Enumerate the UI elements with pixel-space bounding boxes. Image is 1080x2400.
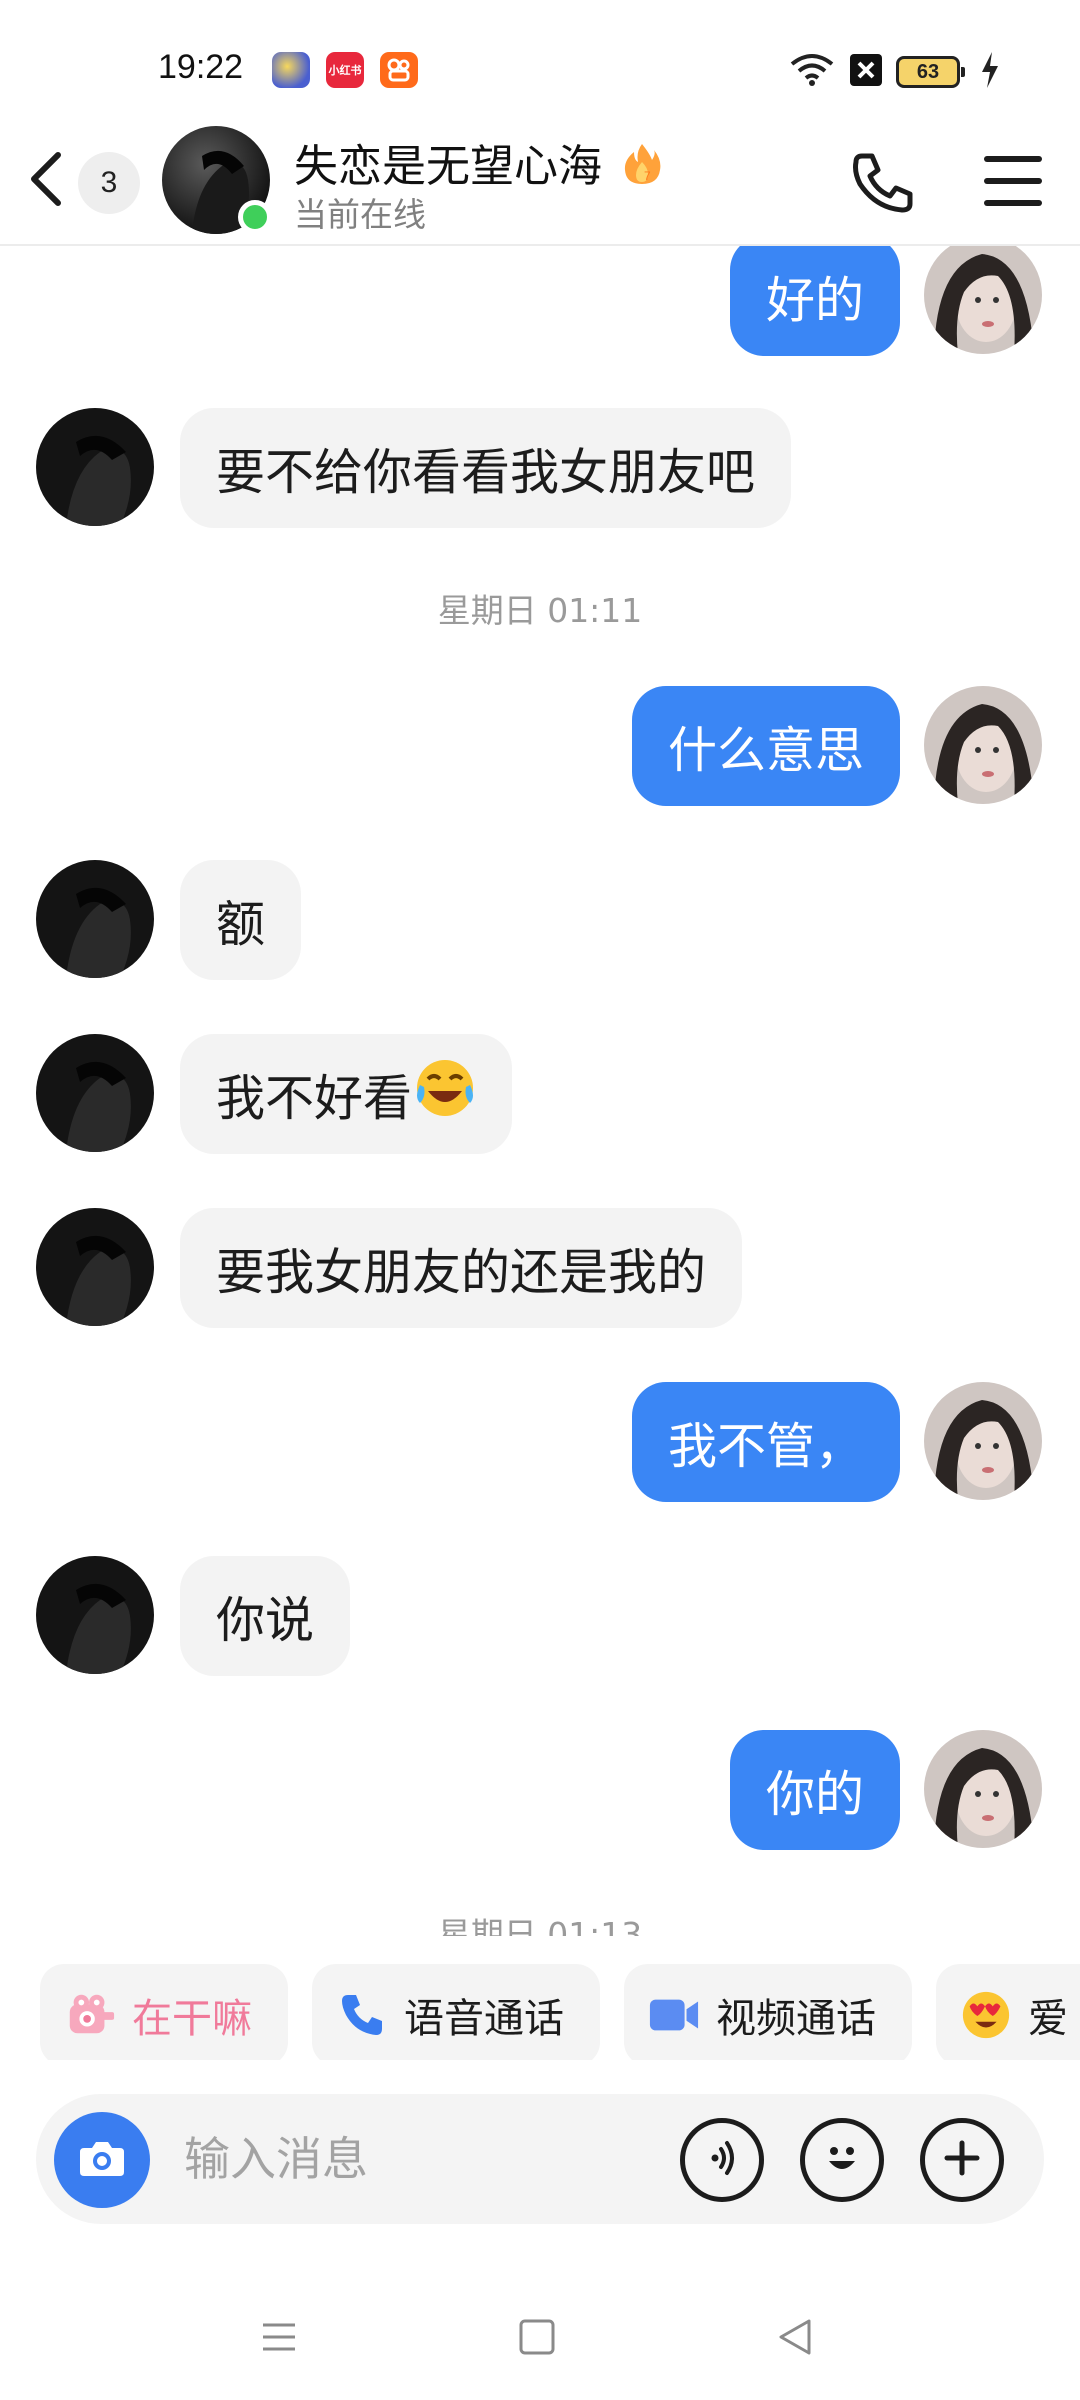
online-indicator (238, 200, 272, 234)
nav-back-button[interactable] (770, 2314, 820, 2364)
message-bubble-incoming[interactable]: 你说 (180, 1556, 351, 1676)
status-time: 19:22 (158, 48, 244, 86)
contact-avatar-small[interactable] (36, 860, 154, 978)
contact-avatar-small[interactable] (36, 1208, 154, 1326)
chat-header: 3 失恋是无望心海 7 当前在线 (0, 122, 1080, 246)
quick-action-love[interactable]: 爱 (936, 1964, 1080, 2060)
message-bubble-outgoing[interactable]: 你的 (729, 1730, 900, 1850)
timestamp-separator: 星期日 01:13 (437, 1915, 643, 1936)
status-indicators: 63 (788, 52, 1000, 92)
message-input[interactable] (184, 2124, 664, 2194)
contact-name[interactable]: 失恋是无望心海 7 (294, 130, 662, 197)
video-camera-icon (648, 1989, 700, 2041)
back-button[interactable]: 3 (26, 148, 176, 214)
camera-button[interactable] (54, 2112, 150, 2208)
message-list[interactable]: 好的 要不给你看看我女朋友吧 星期日 01:11 什么意思 额 我不好看 要我女… (0, 246, 1080, 1936)
contact-avatar-small[interactable] (36, 1034, 154, 1152)
quick-action-video-call[interactable]: 视频通话 (624, 1964, 912, 2060)
triangle-back-icon (775, 2317, 815, 2361)
my-avatar[interactable] (924, 246, 1042, 354)
message-composer (36, 2094, 1044, 2224)
camera-icon (78, 2138, 126, 2182)
nav-home-button[interactable] (512, 2314, 562, 2364)
system-navigation-bar (0, 2280, 1080, 2400)
message-bubble-incoming[interactable]: 要不给你看看我女朋友吧 (180, 408, 792, 528)
nav-menu-button[interactable] (254, 2314, 304, 2364)
laughing-crying-emoji-icon (414, 1057, 476, 1131)
quick-action-voice-call[interactable]: 语音通话 (312, 1964, 600, 2060)
message-bubble-outgoing[interactable]: 我不管， (631, 1382, 900, 1502)
my-avatar[interactable] (924, 1730, 1042, 1848)
xiaohongshu-app-icon: 小红书 (326, 52, 364, 88)
my-avatar[interactable] (924, 686, 1042, 804)
message-bubble-incoming[interactable]: 额 (180, 860, 302, 980)
menu-button[interactable] (984, 156, 1042, 206)
camera-cartoon-icon (64, 1989, 116, 2041)
message-bubble-incoming[interactable]: 要我女朋友的还是我的 (180, 1208, 743, 1328)
timestamp-separator: 星期日 01:11 (437, 591, 643, 630)
smiley-icon (817, 2133, 867, 2187)
message-bubble-outgoing[interactable]: 什么意思 (631, 686, 900, 806)
emoji-button[interactable] (800, 2118, 884, 2202)
quick-action-bar[interactable]: 在干嘛 语音通话 视频通话 爱 (0, 1940, 1080, 2060)
chevron-left-icon (26, 149, 66, 213)
kuaishou-app-icon (380, 52, 418, 88)
heart-eyes-emoji-icon (960, 1989, 1012, 2041)
status-bar: 19:22 小红书 63 (0, 0, 1080, 130)
contact-avatar-small[interactable] (36, 1556, 154, 1674)
svg-text:7: 7 (644, 169, 651, 183)
wifi-icon (788, 52, 836, 92)
battery-indicator: 63 (896, 56, 965, 88)
contact-status: 当前在线 (294, 195, 426, 234)
my-avatar[interactable] (924, 1382, 1042, 1500)
more-actions-button[interactable] (920, 2118, 1004, 2202)
flame-icon: 7 (622, 142, 662, 197)
menu-line (984, 200, 1042, 206)
phone-icon (336, 1989, 388, 2041)
voice-call-button[interactable] (848, 148, 918, 218)
game-app-icon (272, 52, 310, 88)
menu-line (984, 178, 1042, 184)
message-bubble-incoming[interactable]: 我不好看 (180, 1034, 513, 1154)
plus-icon (939, 2135, 985, 2185)
menu-line (984, 156, 1042, 162)
charging-bolt-icon (980, 52, 1000, 92)
quick-action-whatsup[interactable]: 在干嘛 (40, 1964, 288, 2060)
hamburger-icon (259, 2317, 299, 2361)
square-icon (517, 2317, 557, 2361)
sound-wave-icon (697, 2133, 747, 2187)
no-sim-icon (848, 52, 884, 92)
contact-avatar-small[interactable] (36, 408, 154, 526)
message-bubble-outgoing[interactable]: 好的 (729, 246, 900, 356)
voice-message-button[interactable] (680, 2118, 764, 2202)
phone-icon (848, 153, 918, 222)
unread-count-badge: 3 (78, 152, 140, 214)
